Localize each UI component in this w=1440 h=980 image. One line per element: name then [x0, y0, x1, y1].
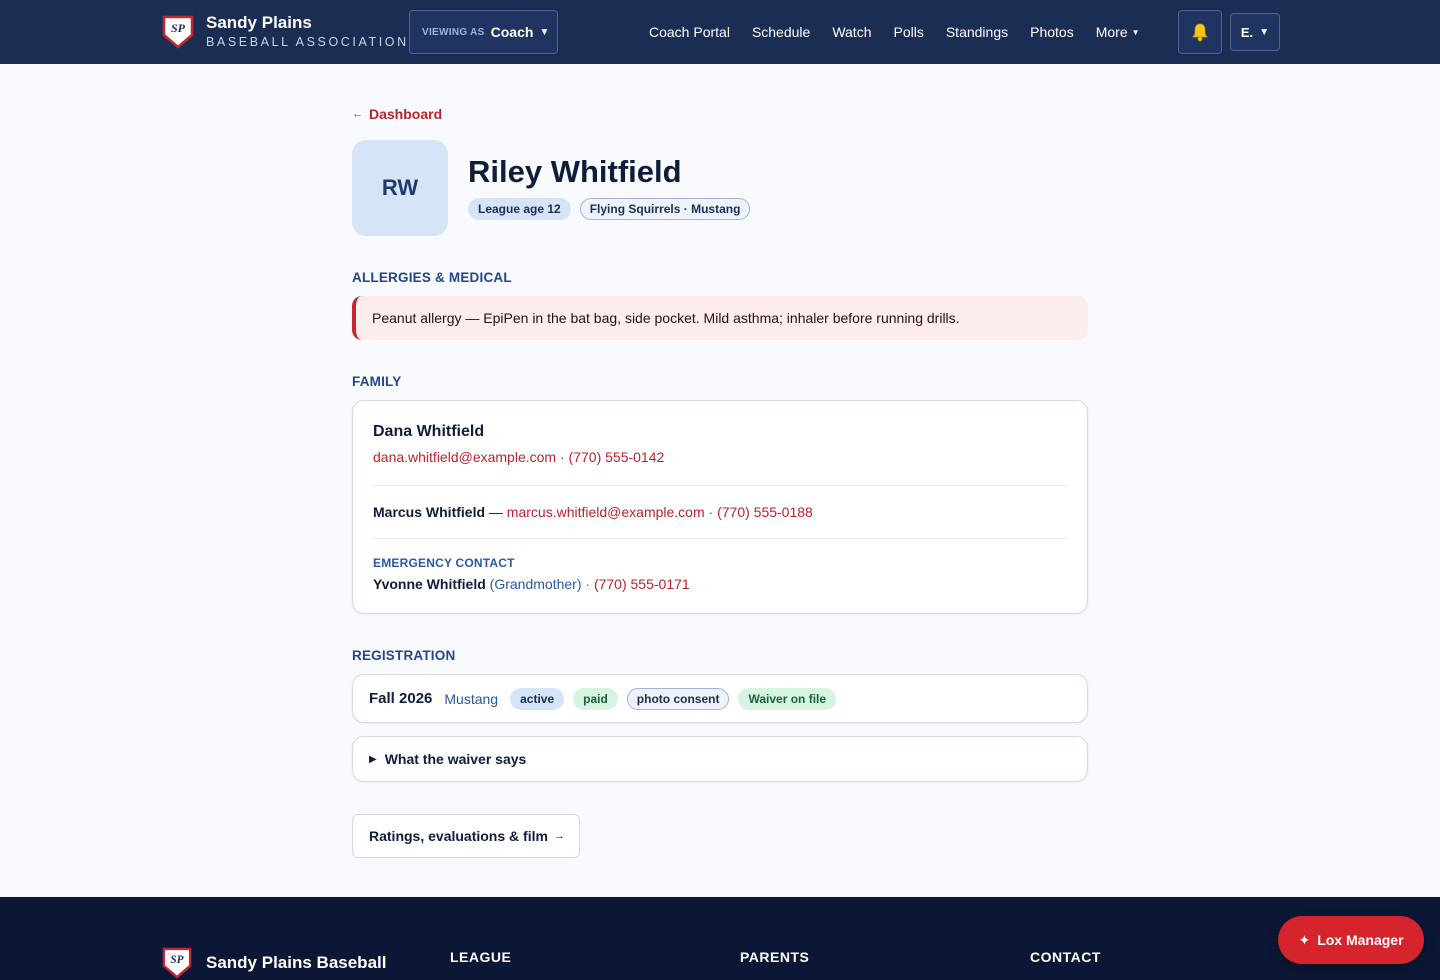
medical-alert: Peanut allergy — EpiPen in the bat bag, … [352, 296, 1088, 340]
nav-standings[interactable]: Standings [946, 24, 1008, 40]
registration-term: Fall 2026 [369, 690, 433, 707]
ratings-button-label: Ratings, evaluations & film [369, 828, 548, 844]
registration-card: Fall 2026 Mustang active paid photo cons… [352, 674, 1088, 723]
nav-photos[interactable]: Photos [1030, 24, 1074, 40]
footer-col-league: LEAGUE [450, 949, 512, 965]
brand-name: Sandy Plains [206, 13, 312, 32]
footer-col-contact: CONTACT [1030, 949, 1101, 965]
top-navbar: SP Sandy Plains BASEBALL ASSOCIATION VIE… [0, 0, 1440, 64]
nav-schedule[interactable]: Schedule [752, 24, 810, 40]
footer-col-parents: PARENTS [740, 949, 810, 965]
divider [373, 538, 1067, 539]
secondary-guardian: Marcus Whitfield — marcus.whitfield@exam… [373, 504, 813, 520]
main-nav: Coach Portal Schedule Watch Polls Standi… [649, 0, 1162, 64]
back-link-label: Dashboard [369, 106, 443, 122]
brand-subtitle: BASEBALL ASSOCIATION [206, 35, 409, 49]
chevron-down-icon: ▼ [1131, 27, 1140, 37]
primary-guardian: Dana Whitfield dana.whitfield@example.co… [373, 423, 665, 465]
chevron-down-icon: ▼ [1259, 26, 1270, 38]
status-badge: active [510, 687, 565, 710]
emergency-contact-name: Yvonne Whitfield [373, 576, 486, 592]
guardian-name: Marcus Whitfield [373, 504, 486, 520]
logo-initials: SP [171, 21, 186, 35]
chevron-down-icon: ▼ [539, 26, 550, 38]
medical-section-title: ALLERGIES & MEDICAL [352, 270, 512, 285]
lox-manager-button[interactable]: ✦ Lox Manager [1278, 916, 1424, 964]
viewing-as-dropdown[interactable]: VIEWING AS Coach ▼ [409, 10, 558, 54]
emergency-contact: EMERGENCY CONTACT Yvonne Whitfield (Gran… [373, 556, 690, 592]
nav-more[interactable]: More ▼ [1096, 24, 1140, 40]
registration-team: Mustang [444, 690, 499, 707]
emergency-contact-phone-link[interactable]: (770) 555-0171 [594, 576, 690, 592]
divider [373, 485, 1067, 486]
viewing-as-value: Coach [490, 24, 534, 40]
ratings-evaluations-button[interactable]: Ratings, evaluations & film → [352, 814, 580, 858]
nav-coach-portal[interactable]: Coach Portal [649, 24, 730, 40]
site-footer: SP Sandy Plains Baseball LEAGUE PARENTS … [0, 897, 1440, 980]
waiver-badge: Waiver on file [738, 687, 837, 710]
nav-more-label: More [1095, 24, 1128, 40]
bell-icon [1192, 23, 1208, 42]
logo-initials: SP [170, 954, 183, 966]
arrow-left-icon: ← [352, 108, 363, 120]
waiver-disclosure[interactable]: ▶ What the waiver says [352, 736, 1088, 782]
user-menu-button[interactable]: E. ▼ [1230, 13, 1280, 51]
brand-logo-link[interactable]: SP Sandy Plains BASEBALL ASSOCIATION [162, 14, 409, 50]
guardian-phone-link[interactable]: (770) 555-0188 [717, 504, 813, 520]
player-avatar: RW [352, 140, 448, 236]
nav-watch[interactable]: Watch [832, 24, 871, 40]
emergency-contact-relation: (Grandmother) [489, 576, 582, 592]
arrow-right-icon: → [553, 830, 565, 842]
league-age-badge: League age 12 [468, 198, 571, 220]
guardian-email-link[interactable]: dana.whitfield@example.com [373, 449, 556, 465]
lox-manager-label: Lox Manager [1317, 932, 1404, 948]
footer-brand[interactable]: SP Sandy Plains Baseball [162, 947, 386, 979]
footer-brand-name: Sandy Plains Baseball [206, 953, 387, 972]
photo-consent-badge: photo consent [626, 687, 730, 710]
notifications-button[interactable] [1178, 10, 1222, 54]
back-to-dashboard-link[interactable]: ← Dashboard [352, 106, 442, 122]
guardian-phone-link[interactable]: (770) 555-0142 [569, 449, 665, 465]
payment-badge: paid [573, 687, 618, 710]
player-tags: League age 12 Flying Squirrels · Mustang [468, 198, 759, 220]
page-title: Riley Whitfield [468, 154, 682, 189]
user-initial: E. [1240, 24, 1254, 40]
team-badge: Flying Squirrels · Mustang [579, 198, 751, 220]
triangle-right-icon: ▶ [369, 753, 377, 765]
nav-polls[interactable]: Polls [893, 24, 923, 40]
family-section-title: FAMILY [352, 374, 402, 389]
viewing-as-label: VIEWING AS [422, 26, 485, 38]
emergency-contact-label: EMERGENCY CONTACT [373, 556, 515, 570]
family-card: Dana Whitfield dana.whitfield@example.co… [352, 400, 1088, 614]
shield-logo-icon: SP [162, 947, 192, 979]
waiver-disclosure-label: What the waiver says [384, 751, 527, 767]
guardian-name: Dana Whitfield [373, 423, 485, 440]
guardian-email-link[interactable]: marcus.whitfield@example.com [507, 504, 705, 520]
registration-section-title: REGISTRATION [352, 648, 456, 663]
sparkle-icon: ✦ [1298, 931, 1311, 948]
shield-logo-icon: SP [162, 15, 194, 49]
